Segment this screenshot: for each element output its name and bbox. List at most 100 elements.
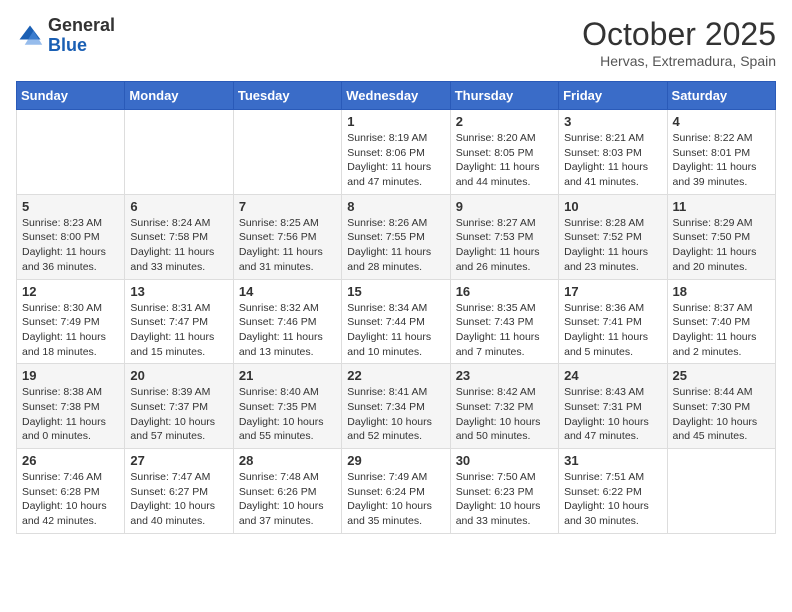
day-number: 24: [564, 368, 661, 383]
sunrise-text: Sunrise: 8:40 AM: [239, 385, 336, 400]
sunset-text: Sunset: 7:37 PM: [130, 400, 227, 415]
day-info: Sunrise: 7:48 AMSunset: 6:26 PMDaylight:…: [239, 470, 336, 529]
sunrise-text: Sunrise: 8:43 AM: [564, 385, 661, 400]
day-number: 28: [239, 453, 336, 468]
page-header: General Blue October 2025 Hervas, Extrem…: [16, 16, 776, 69]
day-number: 10: [564, 199, 661, 214]
calendar-day-cell: 29 Sunrise: 7:49 AMSunset: 6:24 PMDayligh…: [342, 449, 450, 534]
calendar-day-cell: 18Sunrise: 8:37 AMSunset: 7:40 PMDayligh…: [667, 279, 775, 364]
sunrise-text: Sunrise: 8:42 AM: [456, 385, 553, 400]
logo-text: General Blue: [48, 16, 115, 56]
sunrise-text: Sunrise: 8:20 AM: [456, 131, 553, 146]
logo-general: General: [48, 16, 115, 36]
calendar-day-cell: 25Sunrise: 8:44 AMSunset: 7:30 PMDayligh…: [667, 364, 775, 449]
day-info: Sunrise: 7:47 AMSunset: 6:27 PMDaylight:…: [130, 470, 227, 529]
day-number: 8: [347, 199, 444, 214]
daylight-text: Daylight: 10 hours and 57 minutes.: [130, 415, 227, 444]
sunset-text: Sunset: 7:55 PM: [347, 230, 444, 245]
day-number: 7: [239, 199, 336, 214]
day-info: Sunrise: 8:19 AMSunset: 8:06 PMDaylight:…: [347, 131, 444, 190]
sunset-text: Sunset: 7:47 PM: [130, 315, 227, 330]
day-info: Sunrise: 8:24 AMSunset: 7:58 PMDaylight:…: [130, 216, 227, 275]
calendar-day-cell: 3Sunrise: 8:21 AMSunset: 8:03 PMDaylight…: [559, 110, 667, 195]
day-number: 13: [130, 284, 227, 299]
sunset-text: Sunset: 7:35 PM: [239, 400, 336, 415]
calendar-table: SundayMondayTuesdayWednesdayThursdayFrid…: [16, 81, 776, 534]
day-info: Sunrise: 8:27 AMSunset: 7:53 PMDaylight:…: [456, 216, 553, 275]
day-info: Sunrise: 8:34 AMSunset: 7:44 PMDaylight:…: [347, 301, 444, 360]
sunset-text: Sunset: 7:30 PM: [673, 400, 770, 415]
sunrise-text: Sunrise: 8:31 AM: [130, 301, 227, 316]
weekday-header: Monday: [125, 82, 233, 110]
sunset-text: Sunset: 7:32 PM: [456, 400, 553, 415]
sunset-text: Sunset: 6:24 PM: [347, 485, 444, 500]
day-info: Sunrise: 8:41 AMSunset: 7:34 PMDaylight:…: [347, 385, 444, 444]
calendar-day-cell: [125, 110, 233, 195]
sunset-text: Sunset: 6:26 PM: [239, 485, 336, 500]
calendar-day-cell: 27 Sunrise: 7:47 AMSunset: 6:27 PMDayligh…: [125, 449, 233, 534]
sunrise-text: Sunrise: 8:35 AM: [456, 301, 553, 316]
calendar-day-cell: 8 Sunrise: 8:26 AMSunset: 7:55 PMDaylight…: [342, 194, 450, 279]
sunrise-text: Sunrise: 8:37 AM: [673, 301, 770, 316]
sunrise-text: Sunrise: 8:24 AM: [130, 216, 227, 231]
sunrise-text: Sunrise: 8:22 AM: [673, 131, 770, 146]
sunset-text: Sunset: 7:40 PM: [673, 315, 770, 330]
weekday-header: Tuesday: [233, 82, 341, 110]
sunrise-text: Sunrise: 8:44 AM: [673, 385, 770, 400]
day-info: Sunrise: 8:38 AMSunset: 7:38 PMDaylight:…: [22, 385, 119, 444]
sunset-text: Sunset: 8:03 PM: [564, 146, 661, 161]
sunset-text: Sunset: 8:00 PM: [22, 230, 119, 245]
day-number: 22: [347, 368, 444, 383]
month-title: October 2025: [582, 16, 776, 53]
day-number: 5: [22, 199, 119, 214]
weekday-header: Thursday: [450, 82, 558, 110]
calendar-day-cell: [233, 110, 341, 195]
calendar-day-cell: 13Sunrise: 8:31 AMSunset: 7:47 PMDayligh…: [125, 279, 233, 364]
daylight-text: Daylight: 11 hours and 26 minutes.: [456, 245, 553, 274]
day-number: 31: [564, 453, 661, 468]
day-number: 23: [456, 368, 553, 383]
daylight-text: Daylight: 10 hours and 47 minutes.: [564, 415, 661, 444]
calendar-day-cell: 16Sunrise: 8:35 AMSunset: 7:43 PMDayligh…: [450, 279, 558, 364]
day-info: Sunrise: 7:49 AMSunset: 6:24 PMDaylight:…: [347, 470, 444, 529]
sunset-text: Sunset: 7:56 PM: [239, 230, 336, 245]
daylight-text: Daylight: 10 hours and 40 minutes.: [130, 499, 227, 528]
calendar-day-cell: 11Sunrise: 8:29 AMSunset: 7:50 PMDayligh…: [667, 194, 775, 279]
sunrise-text: Sunrise: 8:26 AM: [347, 216, 444, 231]
calendar-week-row: 26Sunrise: 7:46 AMSunset: 6:28 PMDayligh…: [17, 449, 776, 534]
calendar-day-cell: 5Sunrise: 8:23 AMSunset: 8:00 PMDaylight…: [17, 194, 125, 279]
calendar-day-cell: 30Sunrise: 7:50 AMSunset: 6:23 PMDayligh…: [450, 449, 558, 534]
day-info: Sunrise: 7:51 AMSunset: 6:22 PMDaylight:…: [564, 470, 661, 529]
day-info: Sunrise: 8:28 AMSunset: 7:52 PMDaylight:…: [564, 216, 661, 275]
weekday-header: Friday: [559, 82, 667, 110]
calendar-week-row: 5Sunrise: 8:23 AMSunset: 8:00 PMDaylight…: [17, 194, 776, 279]
day-number: 27: [130, 453, 227, 468]
daylight-text: Daylight: 11 hours and 13 minutes.: [239, 330, 336, 359]
sunset-text: Sunset: 7:31 PM: [564, 400, 661, 415]
daylight-text: Daylight: 11 hours and 28 minutes.: [347, 245, 444, 274]
sunrise-text: Sunrise: 8:38 AM: [22, 385, 119, 400]
sunset-text: Sunset: 7:38 PM: [22, 400, 119, 415]
sunset-text: Sunset: 6:27 PM: [130, 485, 227, 500]
sunrise-text: Sunrise: 8:25 AM: [239, 216, 336, 231]
sunrise-text: Sunrise: 8:41 AM: [347, 385, 444, 400]
sunrise-text: Sunrise: 7:50 AM: [456, 470, 553, 485]
sunset-text: Sunset: 7:41 PM: [564, 315, 661, 330]
sunrise-text: Sunrise: 7:49 AM: [347, 470, 444, 485]
weekday-header: Saturday: [667, 82, 775, 110]
day-number: 29: [347, 453, 444, 468]
day-info: Sunrise: 8:44 AMSunset: 7:30 PMDaylight:…: [673, 385, 770, 444]
day-number: 30: [456, 453, 553, 468]
sunrise-text: Sunrise: 8:28 AM: [564, 216, 661, 231]
calendar-day-cell: 6Sunrise: 8:24 AMSunset: 7:58 PMDaylight…: [125, 194, 233, 279]
sunset-text: Sunset: 7:52 PM: [564, 230, 661, 245]
title-block: October 2025 Hervas, Extremadura, Spain: [582, 16, 776, 69]
daylight-text: Daylight: 10 hours and 42 minutes.: [22, 499, 119, 528]
calendar-day-cell: 22 Sunrise: 8:41 AMSunset: 7:34 PMDayligh…: [342, 364, 450, 449]
day-info: Sunrise: 8:36 AMSunset: 7:41 PMDaylight:…: [564, 301, 661, 360]
day-number: 18: [673, 284, 770, 299]
calendar-day-cell: 20Sunrise: 8:39 AMSunset: 7:37 PMDayligh…: [125, 364, 233, 449]
logo-icon: [16, 22, 44, 50]
calendar-day-cell: 19Sunrise: 8:38 AMSunset: 7:38 PMDayligh…: [17, 364, 125, 449]
calendar-day-cell: [17, 110, 125, 195]
